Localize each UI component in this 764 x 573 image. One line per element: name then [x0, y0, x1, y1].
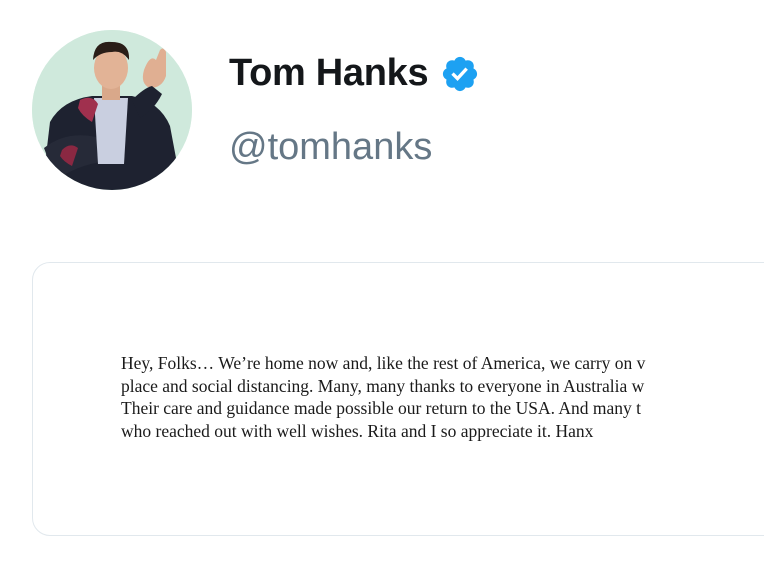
note-line-1: Hey, Folks… We’re home now and, like the…	[121, 353, 646, 373]
note-line-4: who reached out with well wishes. Rita a…	[121, 420, 594, 441]
display-name[interactable]: Tom Hanks	[229, 52, 429, 95]
profile-header[interactable]: Tom Hanks	[229, 52, 480, 95]
avatar-photo	[32, 30, 192, 190]
note-line-2: place and social distancing. Many, many …	[121, 375, 645, 396]
verified-badge-icon	[440, 54, 480, 94]
note-text: Hey, Folks… We’re home now and, like the…	[121, 352, 764, 442]
handle[interactable]: @tomhanks	[229, 126, 432, 169]
note-card[interactable]: Hey, Folks… We’re home now and, like the…	[32, 262, 764, 536]
note-line-3: Their care and guidance made possible ou…	[121, 398, 641, 418]
avatar[interactable]	[32, 30, 192, 190]
